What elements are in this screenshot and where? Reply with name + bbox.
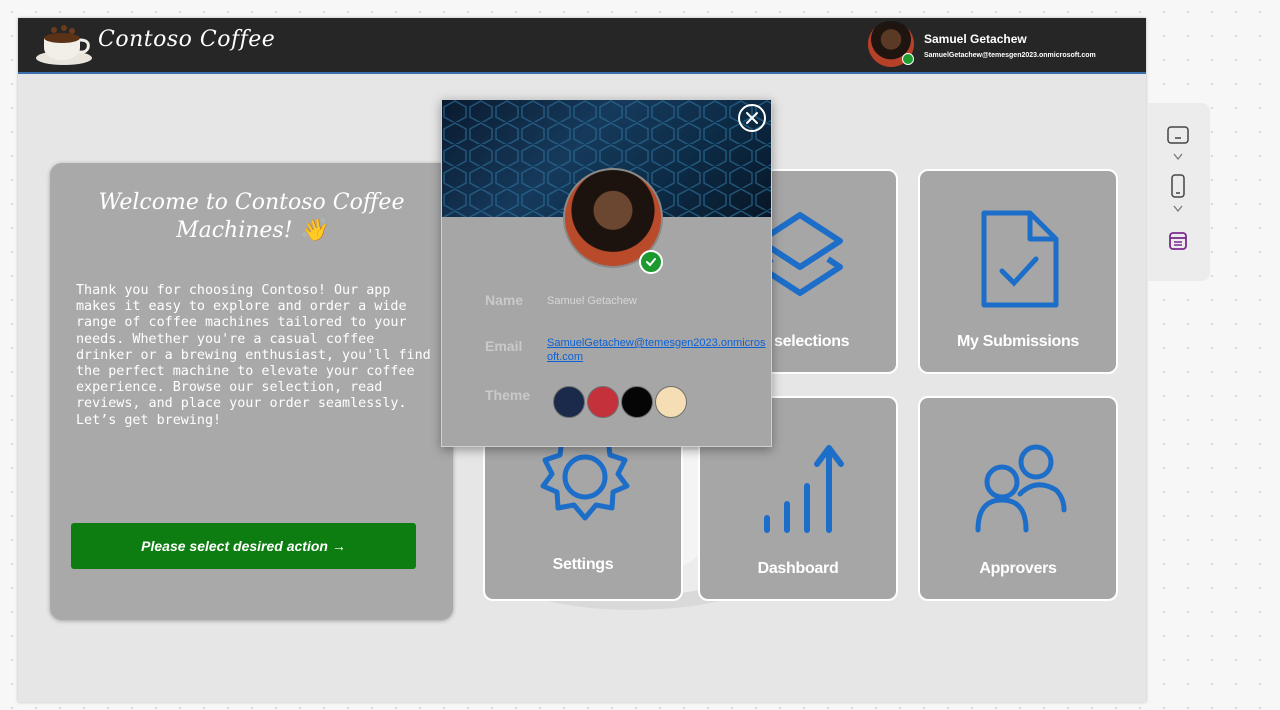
theme-label: Theme bbox=[485, 387, 531, 403]
coffee-cup-logo-icon bbox=[36, 25, 92, 65]
tablet-landscape-icon[interactable] bbox=[1166, 125, 1190, 145]
theme-swatch-black[interactable] bbox=[621, 386, 653, 418]
brand-title: Contoso Coffee bbox=[98, 27, 276, 52]
app-header: Contoso Coffee Samuel Getachew SamuelGet… bbox=[18, 18, 1146, 74]
document-check-icon bbox=[981, 210, 1059, 308]
form-icon[interactable] bbox=[1166, 229, 1190, 253]
tile-label: Dashboard bbox=[757, 560, 839, 577]
phone-icon[interactable] bbox=[1166, 173, 1190, 199]
header-user-name: Samuel Getachew bbox=[924, 32, 1027, 46]
presence-dot-icon bbox=[902, 53, 914, 65]
people-icon bbox=[975, 444, 1067, 533]
close-icon bbox=[746, 112, 758, 124]
theme-swatch-wheat[interactable] bbox=[655, 386, 687, 418]
bar-chart-up-icon bbox=[764, 445, 844, 533]
checkmark-icon bbox=[639, 250, 663, 274]
welcome-title: Welcome to Contoso Coffee Machines! 👋 bbox=[98, 190, 405, 243]
profile-popup: Name Samuel Getachew Email SamuelGetache… bbox=[441, 99, 772, 447]
welcome-body: Thank you for choosing Contoso! Our app … bbox=[76, 283, 431, 428]
email-label: Email bbox=[485, 338, 523, 354]
email-link[interactable]: SamuelGetachew@temesgen2023.onmicrosoft.… bbox=[547, 336, 769, 364]
close-button[interactable] bbox=[738, 104, 766, 132]
tile-my-submissions[interactable]: My Submissions bbox=[918, 169, 1118, 374]
chevron-down-icon[interactable] bbox=[1166, 203, 1190, 215]
tile-approvers[interactable]: Approvers bbox=[918, 396, 1118, 601]
tile-label: Settings bbox=[552, 556, 614, 573]
header-avatar[interactable] bbox=[868, 21, 914, 67]
tile-label: My Submissions bbox=[956, 333, 1080, 350]
name-value: Samuel Getachew bbox=[547, 295, 637, 307]
theme-swatch-red[interactable] bbox=[587, 386, 619, 418]
tile-label: Approvers bbox=[979, 560, 1057, 577]
select-action-button[interactable]: Please select desired action → bbox=[71, 523, 416, 569]
welcome-card: Welcome to Contoso Coffee Machines! 👋 Th… bbox=[50, 163, 453, 620]
header-user-email: SamuelGetachew@temesgen2023.onmicrosoft.… bbox=[924, 52, 1096, 59]
chevron-down-icon[interactable] bbox=[1166, 151, 1190, 163]
theme-swatch-navy[interactable] bbox=[553, 386, 585, 418]
device-preview-panel bbox=[1148, 103, 1210, 281]
name-label: Name bbox=[485, 292, 524, 308]
